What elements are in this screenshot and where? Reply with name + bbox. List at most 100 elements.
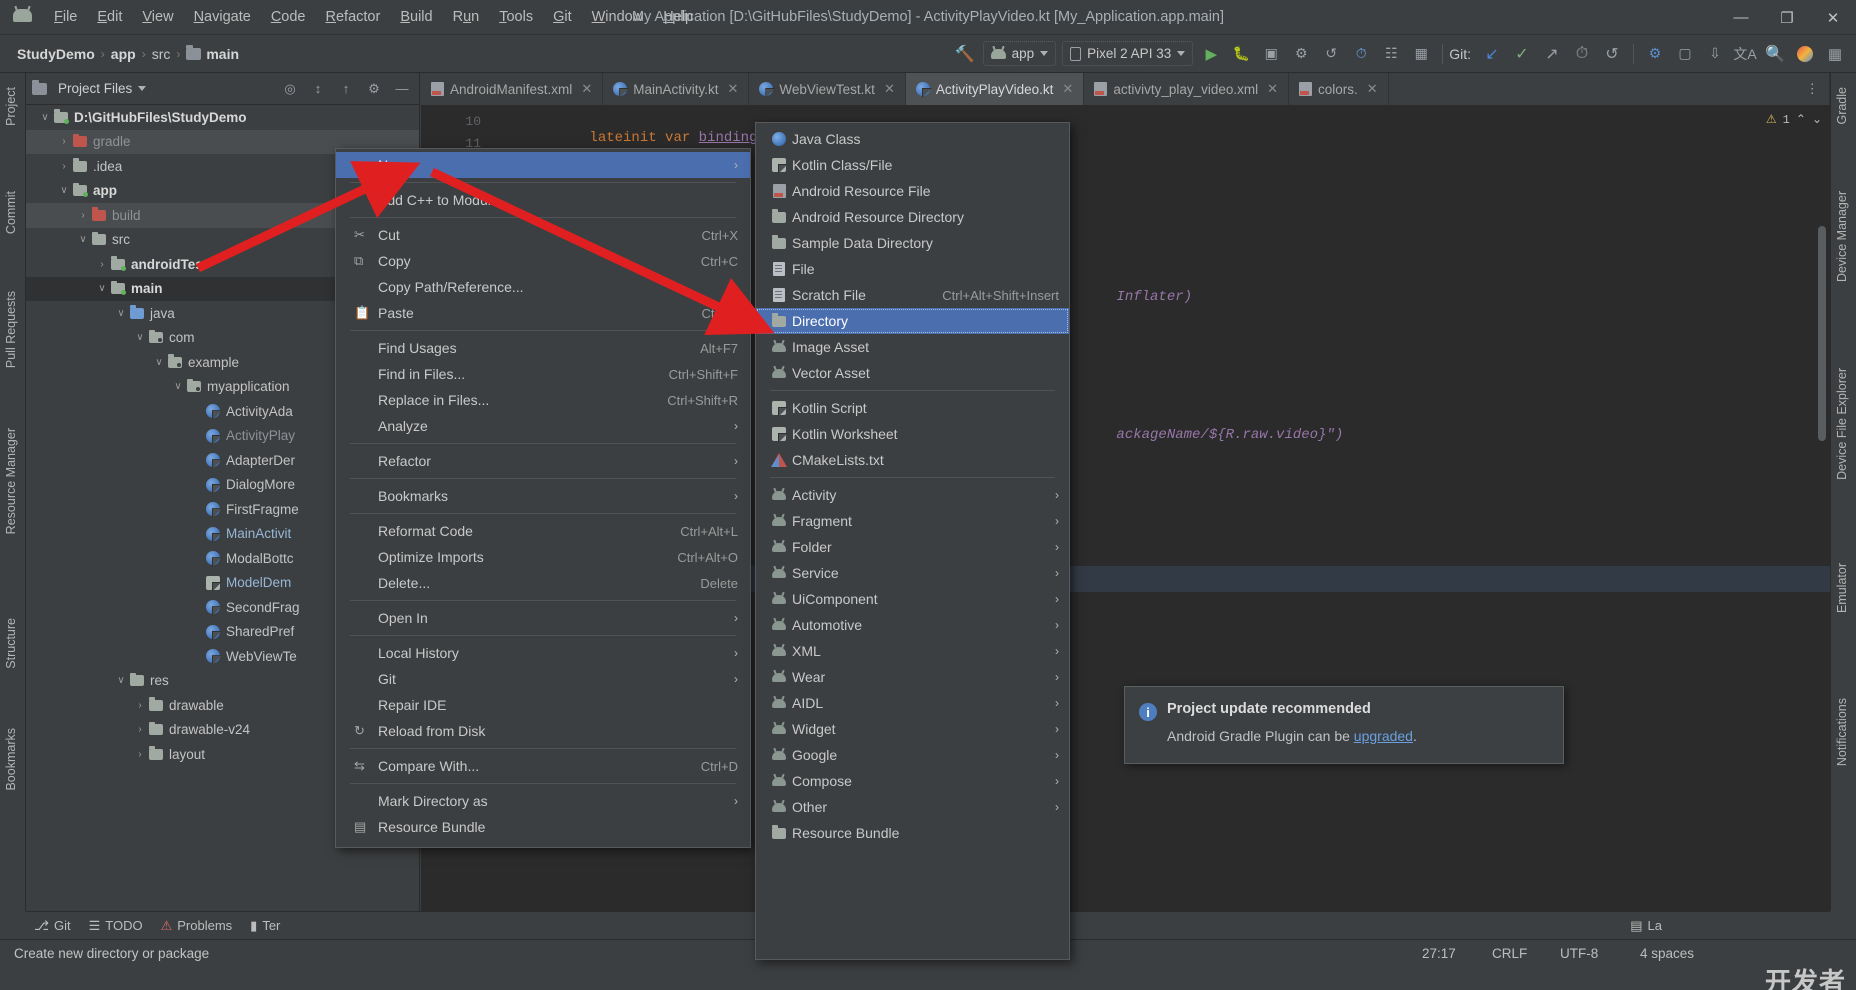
context-menu-item-find-usages[interactable]: Find Usages Alt+F7 — [336, 335, 750, 361]
context-menu-item-copy[interactable]: ⧉ Copy Ctrl+C — [336, 248, 750, 274]
new-submenu-item-directory[interactable]: Directory — [756, 308, 1069, 334]
close-icon[interactable]: ✕ — [727, 81, 738, 97]
tree-twisty-icon[interactable]: ∨ — [95, 283, 109, 294]
new-submenu-item-image-asset[interactable]: Image Asset — [756, 334, 1069, 360]
layout-inspector-icon[interactable]: ☷ — [1378, 41, 1404, 67]
git-update-icon[interactable]: ↙ — [1479, 41, 1505, 67]
device-explorer-icon[interactable]: ▢ — [1672, 41, 1698, 67]
settings-gear-icon[interactable]: ⚙ — [363, 78, 385, 100]
scroll-from-source-icon[interactable]: ◎ — [279, 78, 301, 100]
search-everywhere-icon[interactable]: ⚙ — [1642, 41, 1668, 67]
new-submenu-item-kotlin-script[interactable]: Kotlin Script — [756, 395, 1069, 421]
menu-edit[interactable]: Edit — [87, 6, 132, 28]
new-submenu-item-kotlin-worksheet[interactable]: Kotlin Worksheet — [756, 421, 1069, 447]
apply-changes-icon[interactable]: ↺ — [1318, 41, 1344, 67]
git-push-icon[interactable]: ↗ — [1539, 41, 1565, 67]
bottom-tab-terminal[interactable]: ▮ Ter — [242, 915, 288, 937]
editor-tab-colors-[interactable]: colors. ✕ — [1289, 73, 1389, 105]
menu-run[interactable]: Run — [443, 6, 490, 28]
context-menu-item-bookmarks[interactable]: Bookmarks › — [336, 483, 750, 509]
inspection-widget[interactable]: ⚠ 1 ⌃ ⌄ — [1766, 112, 1822, 128]
new-submenu-item-android-resource-file[interactable]: Android Resource File — [756, 178, 1069, 204]
tree-twisty-icon[interactable]: › — [133, 700, 147, 711]
new-submenu-item-folder[interactable]: Folder › — [756, 534, 1069, 560]
attach-debugger-icon[interactable]: ⚙ — [1288, 41, 1314, 67]
new-submenu-item-wear[interactable]: Wear › — [756, 664, 1069, 690]
expand-all-icon[interactable]: ↕ — [307, 78, 329, 100]
breadcrumb-main[interactable]: main — [183, 44, 242, 64]
new-submenu-item-other[interactable]: Other › — [756, 794, 1069, 820]
device-selector[interactable]: Pixel 2 API 33 — [1062, 41, 1194, 66]
tree-twisty-icon[interactable]: ∨ — [171, 381, 185, 392]
context-menu-item-analyze[interactable]: Analyze › — [336, 413, 750, 439]
context-menu-item-open-in[interactable]: Open In › — [336, 605, 750, 631]
tree-twisty-icon[interactable]: › — [76, 210, 90, 221]
new-submenu-item-scratch-file[interactable]: Scratch File Ctrl+Alt+Shift+Insert — [756, 282, 1069, 308]
new-submenu-item-resource-bundle[interactable]: Resource Bundle — [756, 820, 1069, 846]
undo-icon[interactable]: ↺ — [1599, 41, 1625, 67]
context-menu-item-add-c++-to-module[interactable]: Add C++ to Module — [336, 187, 750, 213]
menu-view[interactable]: View — [132, 6, 183, 28]
close-icon[interactable]: ✕ — [1367, 81, 1378, 97]
new-submenu-item-aidl[interactable]: AIDL › — [756, 690, 1069, 716]
bottom-tab-git[interactable]: ⎇ Git — [26, 915, 79, 937]
context-menu-item-repair-ide[interactable]: Repair IDE — [336, 692, 750, 718]
close-icon[interactable]: ✕ — [1062, 81, 1073, 97]
context-menu-item-find-in-files-[interactable]: Find in Files... Ctrl+Shift+F — [336, 361, 750, 387]
context-menu-item-new[interactable]: New › — [336, 152, 750, 178]
tree-twisty-icon[interactable]: ∨ — [152, 357, 166, 368]
notification-popup[interactable]: i Project update recommended Android Gra… — [1124, 686, 1564, 764]
menu-build[interactable]: Build — [390, 6, 442, 28]
tree-twisty-icon[interactable]: › — [133, 749, 147, 760]
tree-twisty-icon[interactable]: ∨ — [114, 675, 128, 686]
prev-problem-icon[interactable]: ⌃ — [1796, 112, 1806, 127]
close-icon[interactable]: ✕ — [581, 81, 592, 97]
new-submenu-item-file[interactable]: File — [756, 256, 1069, 282]
new-submenu-item-automotive[interactable]: Automotive › — [756, 612, 1069, 638]
new-submenu-item-google[interactable]: Google › — [756, 742, 1069, 768]
sidebar-item-gradle[interactable]: Gradle — [1831, 77, 1853, 135]
editor-tab-mainactivity-kt[interactable]: MainActivity.kt ✕ — [603, 73, 750, 105]
caret-position[interactable]: 27:17 — [1422, 946, 1456, 961]
hammer-icon[interactable]: 🔨 — [952, 41, 978, 67]
upgrade-link[interactable]: upgraded — [1354, 728, 1413, 744]
sdk-manager-icon[interactable]: ⇩ — [1702, 41, 1728, 67]
breadcrumb-studydemo[interactable]: D:\GitHubFiles\StudyDemo StudyDemo — [14, 44, 98, 64]
context-menu-item-resource-bundle[interactable]: ▤ Resource Bundle — [336, 814, 750, 840]
new-submenu-item-widget[interactable]: Widget › — [756, 716, 1069, 742]
context-menu-item-mark-directory-as[interactable]: Mark Directory as › — [336, 788, 750, 814]
menu-tools[interactable]: Tools — [489, 6, 543, 28]
bottom-tab-todo[interactable]: ☰ TODO — [81, 915, 151, 937]
context-menu-item-optimize-imports[interactable]: Optimize Imports Ctrl+Alt+O — [336, 544, 750, 570]
context-menu-item-reload-from-disk[interactable]: ↻ Reload from Disk — [336, 718, 750, 744]
sidebar-item-device-file-explorer[interactable]: Device File Explorer — [1831, 358, 1853, 490]
bottom-tab-problems[interactable]: ⚠ Problems — [153, 915, 241, 937]
sidebar-item-emulator[interactable]: Emulator — [1831, 553, 1853, 623]
menu-git[interactable]: Git — [543, 6, 582, 28]
git-history-icon[interactable]: ⏱ — [1569, 41, 1595, 67]
context-menu-item-cut[interactable]: ✂ Cut Ctrl+X — [336, 222, 750, 248]
sidebar-item-notifications[interactable]: Notifications — [1831, 688, 1853, 776]
sidebar-item-pull-requests[interactable]: Pull Requests — [0, 281, 22, 378]
menu-file[interactable]: File — [44, 6, 87, 28]
hide-panel-icon[interactable]: — — [391, 78, 413, 100]
menu-window[interactable]: Window — [582, 6, 654, 28]
sidebar-item-device-manager[interactable]: Device Manager — [1831, 181, 1853, 292]
tree-twisty-icon[interactable]: › — [133, 724, 147, 735]
avatar[interactable] — [1792, 41, 1818, 67]
context-menu-item-compare-with-[interactable]: ⇆ Compare With... Ctrl+D — [336, 753, 750, 779]
new-submenu-item-uicomponent[interactable]: UiComponent › — [756, 586, 1069, 612]
editor-tab-activivty-play-video-xml[interactable]: activivty_play_video.xml ✕ — [1084, 73, 1290, 105]
line-separator[interactable]: CRLF — [1492, 946, 1527, 961]
next-problem-icon[interactable]: ⌄ — [1812, 112, 1822, 127]
new-submenu-item-activity[interactable]: Activity › — [756, 482, 1069, 508]
close-icon[interactable]: ✕ — [884, 81, 895, 97]
context-menu-item-refactor[interactable]: Refactor › — [336, 448, 750, 474]
bottom-tab-logcat[interactable]: ▤ La — [1622, 915, 1670, 937]
tree-twisty-icon[interactable]: › — [57, 161, 71, 172]
tree-twisty-icon[interactable]: ∨ — [114, 308, 128, 319]
new-submenu-item-vector-asset[interactable]: Vector Asset — [756, 360, 1069, 386]
editor-tab-androidmanifest-xml[interactable]: AndroidManifest.xml ✕ — [421, 73, 604, 105]
editor-scrollbar[interactable] — [1818, 226, 1826, 441]
sidebar-item-project[interactable]: Project — [0, 77, 22, 136]
